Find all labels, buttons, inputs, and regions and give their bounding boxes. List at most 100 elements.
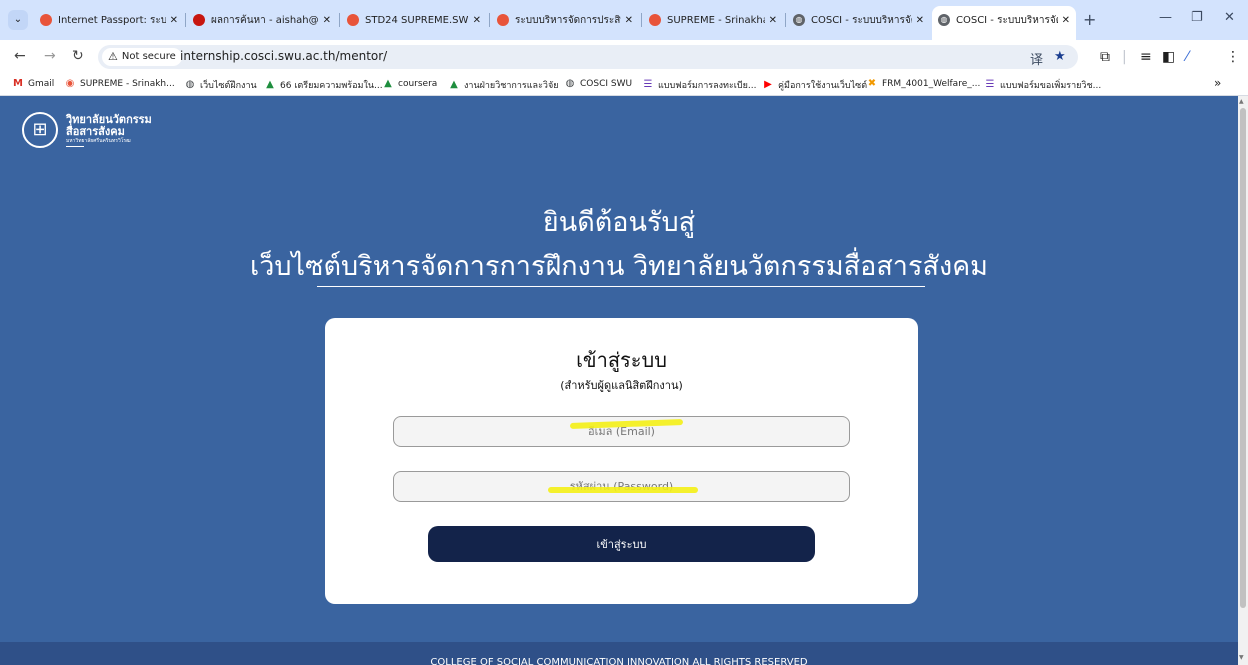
site-title: เว็บไซต์บริหารจัดการการฝึกงาน วิทยาลัยนว… <box>250 251 988 282</box>
scroll-down-icon[interactable]: ▼ <box>1239 654 1244 661</box>
tab-separator <box>641 13 642 27</box>
scroll-thumb[interactable] <box>1240 108 1246 608</box>
login-button[interactable]: เข้าสู่ระบบ <box>428 526 815 562</box>
bookmark-academic[interactable]: ▲ งานฝ่ายวิชาการและวิจัย <box>448 78 558 92</box>
close-icon[interactable]: ✕ <box>473 15 481 26</box>
bookmark-registration-form[interactable]: ☰ แบบฟอร์มการลงทะเบีย... <box>642 78 757 92</box>
globe-icon: ◍ <box>938 14 950 26</box>
tab-favicon-icon <box>193 14 205 26</box>
forward-icon[interactable]: → <box>44 48 56 64</box>
page-scrollbar[interactable]: ▲ ▼ <box>1238 96 1248 665</box>
close-icon[interactable]: ✕ <box>323 15 331 26</box>
profile-extension-icon[interactable]: ⁄ <box>1186 49 1188 65</box>
tab-supreme[interactable]: SUPREME - Srinakharin ✕ <box>643 7 783 33</box>
menu-icon[interactable]: ⋮ <box>1226 49 1240 65</box>
close-window-icon[interactable]: ✕ <box>1224 10 1235 25</box>
login-card: เข้าสู่ระบบ (สำหรับผู้ดูแลนิสิตฝึกงาน) เ… <box>325 318 918 604</box>
close-icon[interactable]: ✕ <box>769 15 777 26</box>
bookmark-label: COSCI SWU <box>580 79 633 89</box>
tab-title: COSCI - ระบบบริหารจัดก <box>811 14 912 26</box>
footer-copyright: COLLEGE OF SOCIAL COMMUNICATION INNOVATI… <box>430 657 808 665</box>
bookmark-label: Gmail <box>28 79 55 89</box>
logo-divider <box>66 146 84 148</box>
tab-title: COSCI - ระบบบริหารจัดก <box>956 14 1058 26</box>
browser-toolbar: ← → ↻ ⚠ Not secure internship.cosci.swu.… <box>0 40 1248 74</box>
tab-title: ผลการค้นหา - aishah@ <box>211 14 319 26</box>
tab-search-button[interactable]: ⌄ <box>8 10 28 30</box>
bookmark-label: แบบฟอร์มขอเพิ่มรายวิช... <box>1000 81 1102 91</box>
college-name-line2: สื่อสารสังคม <box>66 124 125 138</box>
college-emblem-icon: ⊞ <box>32 119 48 140</box>
address-bar[interactable]: ⚠ Not secure internship.cosci.swu.ac.th/… <box>98 45 1078 69</box>
tab-internet-passport[interactable]: Internet Passport: ระบบ ✕ <box>34 7 184 33</box>
not-secure-chip[interactable]: ⚠ Not secure <box>102 48 182 66</box>
bookmark-website-manual[interactable]: ▶ คู่มือการใช้งานเว็บไซต์ <box>762 78 867 92</box>
scroll-up-icon[interactable]: ▲ <box>1239 98 1244 105</box>
college-name-line1: วิทยาลัยนวัตกรรม <box>66 113 152 126</box>
drive-icon: ▲ <box>266 79 274 90</box>
tab-separator <box>785 13 786 27</box>
globe-icon: ◍ <box>793 14 805 26</box>
tab-cosci-1[interactable]: ◍ COSCI - ระบบบริหารจัดก ✕ <box>787 7 930 33</box>
bookmark-cosci-swu[interactable]: ◍ COSCI SWU <box>564 78 632 90</box>
globe-icon: ◍ <box>185 79 195 90</box>
back-icon[interactable]: ← <box>14 48 26 64</box>
footer: COLLEGE OF SOCIAL COMMUNICATION INNOVATI… <box>0 642 1238 665</box>
restore-icon[interactable]: ❐ <box>1191 10 1203 25</box>
login-subtitle: (สำหรับผู้ดูแลนิสิตฝึกงาน) <box>560 379 683 392</box>
warning-icon: ⚠ <box>108 50 118 63</box>
drive-icon: ▲ <box>450 79 458 90</box>
youtube-icon: ▶ <box>764 79 772 90</box>
translate-icon[interactable]: 译 <box>1030 49 1043 68</box>
tab-favicon-icon <box>649 14 661 26</box>
tab-favicon-icon <box>497 14 509 26</box>
forms-icon: ☰ <box>985 79 995 90</box>
bookmark-coursera[interactable]: ▲ coursera <box>382 78 437 90</box>
supreme-icon: ◉ <box>65 78 75 89</box>
bookmark-label: SUPREME - Srinakh... <box>80 79 175 89</box>
extensions-icon[interactable]: ⧉ <box>1100 49 1110 65</box>
bookmark-label: คู่มือการใช้งานเว็บไซต์ <box>778 81 868 91</box>
password-highlight-mark <box>548 487 698 493</box>
bookmark-frm-welfare[interactable]: ✖ FRM_4001_Welfare_... <box>866 78 981 90</box>
url-text[interactable]: internship.cosci.swu.ac.th/mentor/ <box>180 49 387 63</box>
tab-title: Internet Passport: ระบบ <box>58 14 166 26</box>
bookmark-66-prep[interactable]: ▲ 66 เตรียมความพร้อมใน... <box>264 78 382 92</box>
close-icon[interactable]: ✕ <box>625 15 633 26</box>
title-underline <box>317 286 925 287</box>
tab-separator <box>339 13 340 27</box>
tab-admin-system[interactable]: ระบบบริหารจัดการประสิทธิ์ ✕ <box>491 7 639 33</box>
page-content: ⊞ วิทยาลัยนวัตกรรม สื่อสารสังคม มหาวิทยา… <box>0 96 1238 665</box>
tab-outlook-search[interactable]: ผลการค้นหา - aishah@ ✕ <box>187 7 337 33</box>
bookmark-label: แบบฟอร์มการลงทะเบีย... <box>658 81 757 91</box>
bookmark-star-icon[interactable]: ★ <box>1054 49 1066 64</box>
reading-list-icon[interactable]: ≡ <box>1140 49 1152 65</box>
side-panel-icon[interactable]: ◧ <box>1162 49 1175 65</box>
bookmark-internship-site[interactable]: ◍ เว็บไซต์ฝึกงาน <box>184 78 257 92</box>
tab-strip: ⌄ Internet Passport: ระบบ ✕ ผลการค้นหา -… <box>0 0 1248 40</box>
reload-icon[interactable]: ↻ <box>72 48 84 64</box>
college-logo[interactable]: ⊞ <box>22 112 58 148</box>
university-name: มหาวิทยาลัยศรีนครินทรวิโรฒ <box>66 138 131 145</box>
close-icon[interactable]: ✕ <box>170 15 178 26</box>
close-icon[interactable]: ✕ <box>1062 15 1070 26</box>
minimize-icon[interactable]: — <box>1159 10 1172 25</box>
tab-title: ระบบบริหารจัดการประสิทธิ์ <box>515 14 621 26</box>
drive-icon: ▲ <box>384 78 392 89</box>
tab-separator <box>489 13 490 27</box>
tab-separator <box>185 13 186 27</box>
tab-std24[interactable]: STD24 SUPREME.SWU ✕ <box>341 7 487 33</box>
bookmark-add-course-form[interactable]: ☰ แบบฟอร์มขอเพิ่มรายวิช... <box>984 78 1102 92</box>
bookmarks-overflow-button[interactable]: » <box>1214 76 1221 90</box>
tab-cosci-active[interactable]: ◍ COSCI - ระบบบริหารจัดก ✕ <box>932 6 1076 40</box>
toolbar-divider: | <box>1122 49 1127 65</box>
tab-favicon-icon <box>347 14 359 26</box>
tab-title: STD24 SUPREME.SWU <box>365 14 469 26</box>
gmail-icon: M <box>13 78 23 89</box>
bookmark-gmail[interactable]: M Gmail <box>12 78 54 90</box>
new-tab-button[interactable]: + <box>1083 10 1096 29</box>
bookmark-supreme[interactable]: ◉ SUPREME - Srinakh... <box>64 78 175 90</box>
login-title: เข้าสู่ระบบ <box>576 348 667 372</box>
welcome-heading: ยินดีต้อนรับสู่ <box>542 207 696 238</box>
close-icon[interactable]: ✕ <box>916 15 924 26</box>
